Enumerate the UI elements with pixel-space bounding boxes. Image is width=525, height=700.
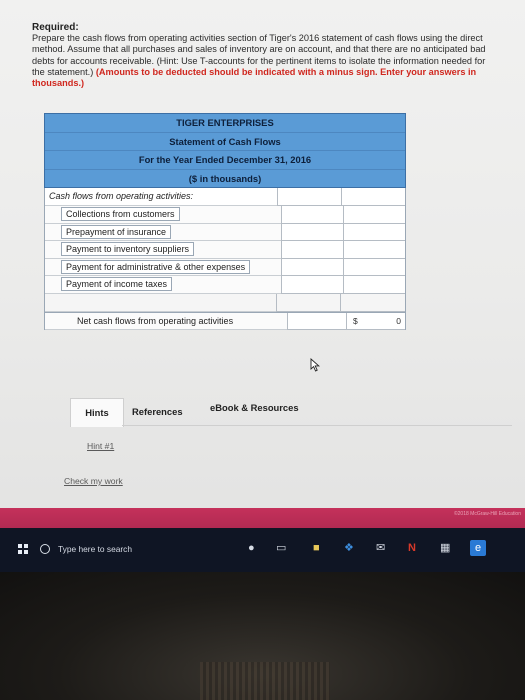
cortana-icon (40, 544, 50, 554)
check-my-work-link[interactable]: Check my work (64, 476, 123, 486)
row-label-dropdown[interactable]: Payment of income taxes (61, 277, 173, 292)
amount-input[interactable] (281, 241, 344, 259)
section-cell-1 (277, 188, 342, 206)
desk-background (200, 662, 330, 700)
table-row: Payment of income taxes (44, 276, 406, 294)
statement-header: TIGER ENTERPRISES Statement of Cash Flow… (44, 113, 406, 189)
table-row: Payment to inventory suppliers (44, 241, 406, 259)
microphone-icon[interactable]: ● (248, 540, 255, 556)
table-row: Collections from customers (44, 205, 406, 224)
table-row: Prepayment of insurance (44, 223, 406, 242)
store-icon[interactable]: ▦ (440, 540, 450, 556)
total-cell (343, 258, 405, 277)
blank-input[interactable] (275, 293, 341, 312)
monitor-bezel (0, 572, 525, 700)
required-heading: Required: (32, 22, 79, 33)
file-explorer-icon[interactable]: ■ (313, 540, 320, 556)
instructions-emphasis: (Amounts to be deducted should be indica… (32, 66, 477, 89)
browser-screen: Required: Prepare the cash flows from op… (0, 0, 525, 528)
tab-references[interactable]: References (132, 398, 183, 426)
hint-1-link[interactable]: Hint #1 (87, 441, 114, 451)
section-row: Cash flows from operating activities: (44, 188, 406, 206)
tab-divider (122, 425, 512, 426)
total-cell (343, 205, 405, 224)
total-value-cell: $ 0 (346, 312, 405, 331)
company-name: TIGER ENTERPRISES (45, 114, 405, 133)
mail-icon[interactable]: ✉ (376, 540, 385, 556)
section-label: Cash flows from operating activities: (45, 188, 278, 206)
total-cell (343, 276, 405, 294)
edge-browser-icon[interactable]: e (470, 540, 486, 556)
section-cell-2 (341, 188, 406, 206)
row-label-dropdown[interactable]: Payment to inventory suppliers (61, 242, 195, 257)
statement-title: Statement of Cash Flows (45, 133, 405, 152)
statement-period: For the Year Ended December 31, 2016 (45, 151, 405, 170)
windows-taskbar: Type here to search ● ▭ ■ ❖ ✉ N ▦ e (0, 528, 525, 572)
total-label: Net cash flows from operating activities (45, 313, 288, 331)
total-row: Net cash flows from operating activities… (44, 311, 406, 331)
table-row: Payment for administrative & other expen… (44, 258, 406, 277)
dropbox-icon[interactable]: ❖ (344, 540, 354, 556)
resource-tabs: Hints References eBook & Resources (70, 398, 512, 428)
currency-symbol: $ (353, 315, 358, 326)
total-cell (343, 241, 405, 259)
amount-input[interactable] (281, 258, 344, 277)
amount-input[interactable] (281, 223, 344, 242)
copyright-text: ©2018 McGraw-Hill Education (453, 511, 521, 517)
tab-hints[interactable]: Hints (70, 398, 124, 427)
row-label-dropdown[interactable]: Prepayment of insurance (61, 224, 172, 239)
blank-input[interactable] (340, 293, 405, 312)
total-value: 0 (396, 315, 401, 326)
required-instructions: Required: Prepare the cash flows from op… (32, 22, 494, 89)
netflix-icon[interactable]: N (408, 540, 416, 556)
row-label-dropdown[interactable]: Payment for administrative & other expen… (61, 259, 251, 274)
mouse-cursor-icon (310, 358, 320, 372)
amount-input[interactable] (281, 205, 344, 224)
cash-flow-statement-table: TIGER ENTERPRISES Statement of Cash Flow… (44, 113, 406, 331)
task-view-icon[interactable]: ▭ (276, 540, 286, 556)
total-spacer (287, 312, 347, 331)
taskbar-search[interactable]: Type here to search (40, 540, 132, 558)
search-placeholder: Type here to search (58, 544, 133, 554)
statement-units: ($ in thousands) (188, 172, 262, 184)
tab-ebook-resources[interactable]: eBook & Resources (210, 394, 299, 422)
footer-bar: ©2018 McGraw-Hill Education (0, 508, 525, 528)
blank-row (44, 293, 406, 312)
row-label-dropdown[interactable]: Collections from customers (61, 206, 180, 221)
amount-input[interactable] (281, 276, 344, 294)
total-cell (343, 223, 405, 242)
windows-start-icon[interactable] (18, 544, 28, 554)
